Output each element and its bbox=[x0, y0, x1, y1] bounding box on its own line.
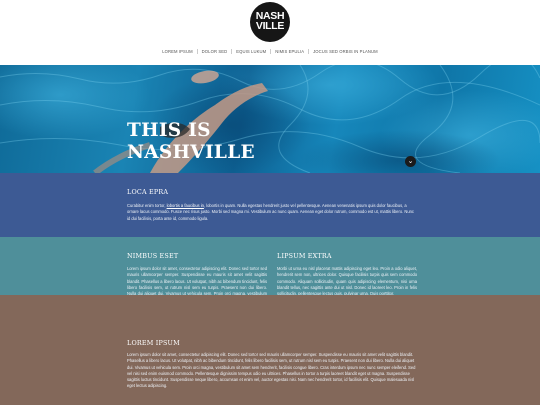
hero-banner: THIS IS NASHVILLE bbox=[0, 65, 540, 173]
section-heading: Lorem ipsum bbox=[127, 339, 180, 347]
paragraph-text: Curabitur enim tortor, bbox=[127, 203, 167, 208]
section-paragraph: Curabitur enim tortor, lobortis a faucib… bbox=[127, 203, 417, 222]
section-lorem-ipsum: Lorem ipsum Lorem ipsum dolor sit amet, … bbox=[0, 295, 540, 405]
nav-item-dolor-sed[interactable]: Dolor sed bbox=[198, 49, 233, 54]
column-lipsum-extra: Lipsum extra Morbi ut urna eu nisl place… bbox=[277, 252, 417, 297]
nav-item-lorem-ipsum[interactable]: Lorem ipsum bbox=[158, 49, 198, 54]
nashville-logo[interactable]: NASH VILLE bbox=[250, 2, 290, 42]
hero-title-line-2: NASHVILLE bbox=[127, 142, 255, 163]
inline-link[interactable]: lobortis a faucibus in bbox=[167, 203, 204, 208]
hero-title-line-1: THIS IS bbox=[127, 120, 211, 141]
column-paragraph: Morbi ut urna eu nisl placerat mattis ad… bbox=[277, 266, 417, 297]
site-header: NASH VILLE Lorem ipsum Dolor sed Equis l… bbox=[0, 0, 540, 65]
nav-item-jocus-sed[interactable]: Jocus sed orbis in planum bbox=[309, 49, 382, 54]
chevron-down-icon[interactable]: ⌄ bbox=[405, 156, 416, 167]
nav-item-nimis-epulia[interactable]: Nimis epulia bbox=[271, 49, 310, 54]
section-heading: Loca epra bbox=[127, 188, 169, 196]
hero-title: THIS IS NASHVILLE bbox=[127, 120, 255, 164]
column-heading: Lipsum extra bbox=[277, 252, 332, 260]
logo-line-2: VILLE bbox=[255, 20, 285, 32]
nav-item-equis-lukum[interactable]: Equis lukum bbox=[232, 49, 272, 54]
pool-water-image bbox=[0, 65, 540, 173]
section-loca-epra: Loca epra Curabitur enim tortor, loborti… bbox=[0, 173, 540, 237]
main-nav: Lorem ipsum Dolor sed Equis lukum Nimis … bbox=[0, 49, 540, 54]
section-paragraph: Lorem ipsum dolor sit amet, consectetur … bbox=[127, 352, 416, 389]
column-heading: Nimbus eset bbox=[127, 252, 179, 260]
section-two-columns: Nimbus eset Lorem ipsum dolor sit amet, … bbox=[0, 237, 540, 302]
